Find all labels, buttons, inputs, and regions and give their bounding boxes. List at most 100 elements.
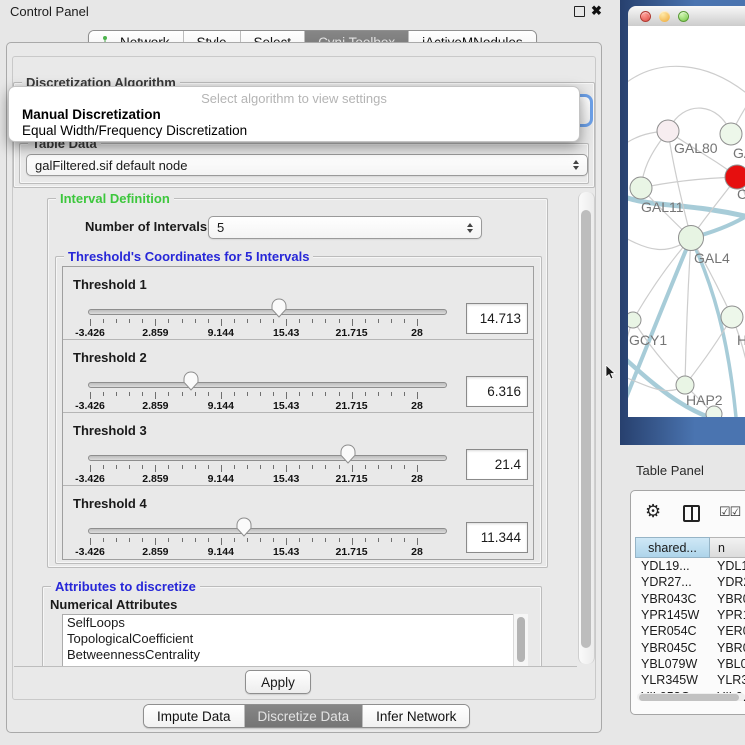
network-node[interactable] xyxy=(679,226,704,251)
shared-name-cell[interactable]: YBR043C xyxy=(635,592,710,606)
threshold-value-field[interactable]: 11.344 xyxy=(466,522,528,553)
apply-button[interactable]: Apply xyxy=(245,670,311,694)
slider-tick xyxy=(312,392,313,396)
slider-tick xyxy=(103,538,104,542)
slider-tick-label: 9.144 xyxy=(196,327,246,339)
slider-track[interactable] xyxy=(88,455,447,461)
attribute-list-item[interactable]: SelfLoops xyxy=(63,615,514,631)
settings-vertical-scrollbar[interactable] xyxy=(578,192,595,664)
slider-tick xyxy=(404,319,405,323)
tab-impute-data[interactable]: Impute Data xyxy=(144,705,244,727)
slider-tick xyxy=(352,319,353,326)
table-row[interactable]: YDL19...YDL1... xyxy=(635,558,745,574)
shared-name-cell[interactable]: YBL079W xyxy=(635,657,710,671)
slider-tick xyxy=(116,319,117,323)
name-cell[interactable]: YLR3... xyxy=(710,673,745,687)
table-row[interactable]: YER054CYER0... xyxy=(635,623,745,639)
attributes-list-scrollbar[interactable] xyxy=(513,614,528,667)
table-row[interactable]: YBR045CYBR0... xyxy=(635,639,745,655)
attribute-list-item[interactable]: BetweennessCentrality xyxy=(63,647,514,663)
slider-track[interactable] xyxy=(88,528,447,534)
shared-name-cell[interactable]: YER054C xyxy=(635,624,710,638)
table-data-combobox[interactable]: galFiltered.sif default node xyxy=(26,154,588,176)
name-cell[interactable]: YDL1... xyxy=(710,559,745,573)
slider-tick xyxy=(168,392,169,396)
slider-tick xyxy=(208,319,209,323)
shared-name-cell[interactable]: YDL19... xyxy=(635,559,710,573)
slider-tick xyxy=(221,392,222,399)
threshold-value-field[interactable]: 14.713 xyxy=(466,303,528,334)
column-header-name[interactable]: n xyxy=(710,537,745,558)
settings-scrollbar-thumb[interactable] xyxy=(581,210,591,648)
network-node[interactable] xyxy=(630,177,652,199)
slider-tick-label: 15.43 xyxy=(261,473,311,485)
number-of-intervals-combobox[interactable]: 5 xyxy=(208,216,482,239)
threshold-value-field[interactable]: 21.4 xyxy=(466,449,528,480)
network-node[interactable] xyxy=(720,123,742,145)
zoom-traffic-light[interactable] xyxy=(678,11,689,22)
name-cell[interactable]: YPR1... xyxy=(710,608,745,622)
slider-thumb[interactable] xyxy=(236,517,252,537)
slider-tick xyxy=(260,465,261,469)
table-scrollbar-thumb[interactable] xyxy=(639,694,739,701)
threshold-value-field[interactable]: 6.316 xyxy=(466,376,528,407)
table-row[interactable]: YBL079WYBL0... xyxy=(635,656,745,672)
node-attribute-table: shared... n YDL19...YDL1...YDR27...YDR2.… xyxy=(635,537,745,705)
select-columns-icon[interactable]: ☑☑ xyxy=(719,504,740,520)
column-layout-icon[interactable] xyxy=(683,505,700,522)
network-node[interactable] xyxy=(721,306,743,328)
table-row[interactable]: YPR145WYPR1... xyxy=(635,607,745,623)
slider-tick xyxy=(391,538,392,542)
gear-icon[interactable]: ⚙ xyxy=(645,502,661,520)
popup-option-equal-width[interactable]: Equal Width/Frequency Discretization xyxy=(22,123,247,138)
name-cell[interactable]: YDR2... xyxy=(710,575,745,589)
table-row[interactable]: YLR345WYLR3... xyxy=(635,672,745,688)
slider-tick xyxy=(365,392,366,396)
close-icon[interactable]: ✖ xyxy=(591,3,602,19)
slider-thumb[interactable] xyxy=(340,444,356,464)
network-node[interactable] xyxy=(628,312,641,328)
slider-tick xyxy=(417,538,418,545)
shared-name-cell[interactable]: YBR045C xyxy=(635,641,710,655)
shared-name-cell[interactable]: YLR345W xyxy=(635,673,710,687)
popup-option-manual[interactable]: Manual Discretization xyxy=(22,107,161,122)
slider-track[interactable] xyxy=(88,382,447,388)
slider-tick-label: 21.715 xyxy=(327,327,377,339)
close-traffic-light[interactable] xyxy=(640,11,651,22)
network-canvas[interactable]: GAL80GACGAL11GAL4GCY1HHAP2 xyxy=(628,26,745,417)
slider-track[interactable] xyxy=(88,309,447,315)
slider-tick xyxy=(299,538,300,542)
attributes-scrollbar-thumb[interactable] xyxy=(517,617,525,662)
slider-tick xyxy=(234,319,235,323)
threshold-coordinates-title: Threshold's Coordinates for 5 Intervals xyxy=(64,249,313,264)
float-window-icon[interactable] xyxy=(574,6,585,17)
slider-tick xyxy=(129,465,130,469)
slider-thumb[interactable] xyxy=(271,298,287,318)
slider-tick-label: 15.43 xyxy=(261,400,311,412)
slider-tick-label: -3.426 xyxy=(65,546,115,558)
table-row[interactable]: YBR043CYBR0... xyxy=(635,591,745,607)
threshold-label: Threshold 1 xyxy=(73,277,147,292)
tab-infer-network[interactable]: Infer Network xyxy=(362,705,469,727)
shared-name-cell[interactable]: YDR27... xyxy=(635,575,710,589)
tab-discretize-data[interactable]: Discretize Data xyxy=(244,705,363,727)
name-cell[interactable]: YBL0... xyxy=(710,657,745,671)
table-horizontal-scrollbar[interactable] xyxy=(637,693,745,701)
numerical-attributes-list[interactable]: SelfLoopsTopologicalCoefficientBetweenne… xyxy=(62,614,515,667)
network-node[interactable] xyxy=(657,120,679,142)
column-header-shared-name[interactable]: shared... xyxy=(635,537,710,558)
slider-tick xyxy=(247,319,248,323)
minimize-traffic-light[interactable] xyxy=(659,11,670,22)
shared-name-cell[interactable]: YPR145W xyxy=(635,608,710,622)
slider-tick xyxy=(299,392,300,396)
attribute-list-item[interactable]: TopologicalCoefficient xyxy=(63,631,514,647)
slider-tick xyxy=(365,538,366,542)
slider-tick xyxy=(168,538,169,542)
network-window-titlebar[interactable] xyxy=(628,6,745,27)
table-row[interactable]: YDR27...YDR2... xyxy=(635,574,745,590)
name-cell[interactable]: YBR0... xyxy=(710,641,745,655)
name-cell[interactable]: YBR0... xyxy=(710,592,745,606)
slider-thumb[interactable] xyxy=(183,371,199,391)
number-of-intervals-value: 5 xyxy=(217,220,224,235)
name-cell[interactable]: YER0... xyxy=(710,624,745,638)
